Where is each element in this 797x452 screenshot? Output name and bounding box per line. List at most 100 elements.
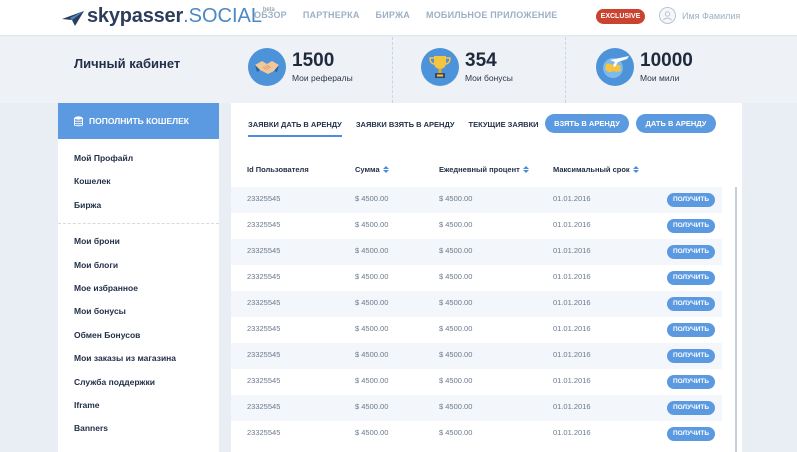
exclusive-badge[interactable]: EXCLUSIVE bbox=[596, 9, 645, 24]
cell-daily-percent: $ 4500.00 bbox=[439, 298, 473, 307]
table-row: 23325545 $ 4500.00 $ 4500.00 01.01.2016 ПОЛУ… bbox=[231, 239, 722, 265]
nav-partner[interactable]: ПАРТНЕРКА bbox=[303, 10, 360, 20]
cell-max-term: 01.01.2016 bbox=[553, 324, 591, 333]
table-row: 23325545 $ 4500.00 $ 4500.00 01.01.2016 ПОЛУ… bbox=[231, 369, 722, 395]
cell-sum: $ 4500.00 bbox=[355, 324, 389, 333]
sort-icon bbox=[522, 166, 529, 173]
table-row: 23325545 $ 4500.00 $ 4500.00 01.01.2016 ПОЛУ… bbox=[231, 265, 722, 291]
brand-suffix: .SOCIAL bbox=[183, 5, 262, 27]
brand-name: skypasser bbox=[87, 5, 184, 27]
top-up-wallet-label: ПОПОЛНИТЬ КОШЕЛЕК bbox=[89, 116, 189, 126]
receive-button[interactable]: ПОЛУЧИТЬ bbox=[667, 193, 715, 207]
cell-max-term: 01.01.2016 bbox=[553, 220, 591, 229]
nav-mobile-app[interactable]: МОБИЛЬНОЕ ПРИЛОЖЕНИЕ bbox=[426, 10, 557, 20]
sidebar-item-profile[interactable]: Мой Профайл bbox=[58, 147, 219, 170]
cell-daily-percent: $ 4500.00 bbox=[439, 428, 473, 437]
sidebar-item-bonuses[interactable]: Мои бонусы bbox=[58, 300, 219, 323]
receive-button[interactable]: ПОЛУЧИТЬ bbox=[667, 323, 715, 337]
give-for-rent-button[interactable]: ДАТЬ В АРЕНДУ bbox=[636, 114, 716, 133]
sidebar-item-bonus-exchange[interactable]: Обмен Бонусов bbox=[58, 324, 219, 347]
take-for-rent-button[interactable]: ВЗЯТЬ В АРЕНДУ bbox=[545, 114, 629, 133]
requests-tabs: ЗАЯВКИ ДАТЬ В АРЕНДУ ЗАЯВКИ ВЗЯТЬ В АРЕН… bbox=[248, 120, 539, 137]
stat-bonuses[interactable]: 354 Мои бонусы bbox=[421, 48, 513, 86]
stats-divider bbox=[565, 37, 566, 103]
top-up-wallet-button[interactable]: ПОПОЛНИТЬ КОШЕЛЕК bbox=[58, 103, 219, 139]
table-header: Id Пользователя Сумма Ежедневный процент… bbox=[247, 165, 727, 177]
table-row: 23325545 $ 4500.00 $ 4500.00 01.01.2016 ПОЛУ… bbox=[231, 421, 722, 447]
sidebar-item-shop-orders[interactable]: Мои заказы из магазина bbox=[58, 347, 219, 370]
table-row: 23325545 $ 4500.00 $ 4500.00 01.01.2016 ПОЛУ… bbox=[231, 343, 722, 369]
paper-plane-icon bbox=[62, 11, 84, 26]
cell-daily-percent: $ 4500.00 bbox=[439, 246, 473, 255]
sidebar-group-personal: Мои брони Мои блоги Мое избранное Мои бо… bbox=[58, 230, 219, 445]
cell-daily-percent: $ 4500.00 bbox=[439, 350, 473, 359]
column-max-term[interactable]: Максимальный срок bbox=[553, 165, 639, 174]
nav-overview[interactable]: ОБЗОР bbox=[254, 10, 287, 20]
sidebar-item-bookings[interactable]: Мои брони bbox=[58, 230, 219, 253]
sort-icon bbox=[632, 166, 639, 173]
column-sum-label: Сумма bbox=[355, 165, 380, 174]
cell-max-term: 01.01.2016 bbox=[553, 376, 591, 385]
user-name: Имя Фамилия bbox=[682, 10, 741, 21]
cell-sum: $ 4500.00 bbox=[355, 220, 389, 229]
stats-divider bbox=[392, 37, 393, 103]
column-user-id[interactable]: Id Пользователя bbox=[247, 165, 309, 174]
column-daily-percent-label: Ежедневный процент bbox=[439, 165, 520, 174]
sidebar: ПОПОЛНИТЬ КОШЕЛЕК Мой Профайл Кошелек Би… bbox=[58, 103, 219, 452]
sidebar-item-banners[interactable]: Banners bbox=[58, 417, 219, 440]
receive-button[interactable]: ПОЛУЧИТЬ bbox=[667, 219, 715, 233]
sidebar-item-favorites[interactable]: Мое избранное bbox=[58, 277, 219, 300]
tab-current-requests[interactable]: ТЕКУЩИЕ ЗАЯВКИ bbox=[469, 120, 539, 137]
bonuses-label: Мои бонусы bbox=[465, 73, 513, 83]
sidebar-item-wallet[interactable]: Кошелек bbox=[58, 170, 219, 193]
receive-button[interactable]: ПОЛУЧИТЬ bbox=[667, 271, 715, 285]
receive-button[interactable]: ПОЛУЧИТЬ bbox=[667, 349, 715, 363]
cell-daily-percent: $ 4500.00 bbox=[439, 220, 473, 229]
receive-button[interactable]: ПОЛУЧИТЬ bbox=[667, 427, 715, 441]
tab-give-for-rent[interactable]: ЗАЯВКИ ДАТЬ В АРЕНДУ bbox=[248, 120, 342, 137]
sidebar-item-support[interactable]: Служба поддержки bbox=[58, 371, 219, 394]
coins-icon bbox=[74, 115, 83, 126]
page-title: Личный кабинет bbox=[74, 56, 181, 71]
logo[interactable]: skypasser .SOCIAL beta bbox=[61, 5, 275, 27]
column-sum[interactable]: Сумма bbox=[355, 165, 389, 174]
cell-max-term: 01.01.2016 bbox=[553, 402, 591, 411]
receive-button[interactable]: ПОЛУЧИТЬ bbox=[667, 401, 715, 415]
receive-button[interactable]: ПОЛУЧИТЬ bbox=[667, 297, 715, 311]
top-bar: skypasser .SOCIAL beta ОБЗОР ПАРТНЕРКА Б… bbox=[0, 0, 797, 36]
cell-max-term: 01.01.2016 bbox=[553, 350, 591, 359]
sidebar-item-iframe[interactable]: Iframe bbox=[58, 394, 219, 417]
table-row: 23325545 $ 4500.00 $ 4500.00 01.01.2016 ПОЛУ… bbox=[231, 395, 722, 421]
referrals-count: 1500 bbox=[292, 50, 335, 71]
cell-user-id: 23325545 bbox=[247, 272, 281, 281]
cell-sum: $ 4500.00 bbox=[355, 402, 389, 411]
cell-max-term: 01.01.2016 bbox=[553, 246, 591, 255]
user-icon bbox=[663, 11, 672, 21]
cell-user-id: 23325545 bbox=[247, 350, 281, 359]
cell-daily-percent: $ 4500.00 bbox=[439, 272, 473, 281]
receive-button[interactable]: ПОЛУЧИТЬ bbox=[667, 245, 715, 259]
cell-user-id: 23325545 bbox=[247, 402, 281, 411]
receive-button[interactable]: ПОЛУЧИТЬ bbox=[667, 375, 715, 389]
main-nav: ОБЗОР ПАРТНЕРКА БИРЖА МОБИЛЬНОЕ ПРИЛОЖЕН… bbox=[254, 10, 557, 20]
miles-label: Мои мили bbox=[640, 73, 680, 83]
stat-referrals[interactable]: 1500 Мои рефералы bbox=[248, 48, 353, 86]
stat-miles[interactable]: 10000 Мои мили bbox=[596, 48, 693, 86]
table-row: 23325545 $ 4500.00 $ 4500.00 01.01.2016 ПОЛУ… bbox=[231, 317, 722, 343]
cell-sum: $ 4500.00 bbox=[355, 428, 389, 437]
referrals-label: Мои рефералы bbox=[292, 73, 353, 83]
tab-take-for-rent[interactable]: ЗАЯВКИ ВЗЯТЬ В АРЕНДУ bbox=[356, 120, 455, 137]
miles-count: 10000 bbox=[640, 50, 693, 71]
table-row: 23325545 $ 4500.00 $ 4500.00 01.01.2016 ПОЛУ… bbox=[231, 187, 722, 213]
user-menu[interactable]: Имя Фамилия bbox=[659, 7, 740, 24]
sidebar-item-exchange[interactable]: Биржа bbox=[58, 194, 219, 217]
handshake-icon bbox=[248, 48, 286, 86]
cell-max-term: 01.01.2016 bbox=[553, 194, 591, 203]
table-row: 23325545 $ 4500.00 $ 4500.00 01.01.2016 ПОЛУ… bbox=[231, 291, 722, 317]
sidebar-item-blogs[interactable]: Мои блоги bbox=[58, 254, 219, 277]
cell-max-term: 01.01.2016 bbox=[553, 272, 591, 281]
scrollbar[interactable] bbox=[735, 187, 737, 452]
nav-exchange[interactable]: БИРЖА bbox=[376, 10, 410, 20]
sort-icon bbox=[382, 166, 389, 173]
column-daily-percent[interactable]: Ежедневный процент bbox=[439, 165, 529, 174]
